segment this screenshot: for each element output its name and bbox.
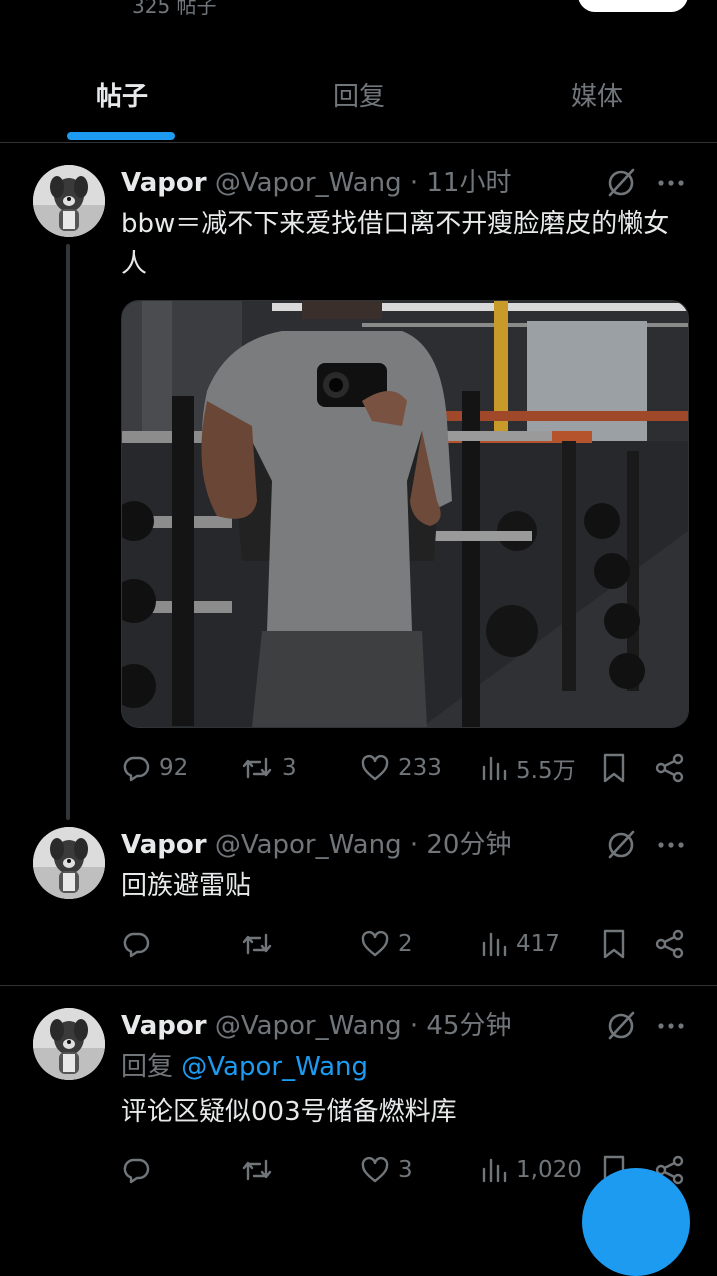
share-icon[interactable] [654, 927, 686, 961]
like-action[interactable]: 3 [360, 1153, 413, 1187]
like-icon [361, 930, 389, 957]
reply-action[interactable] [121, 1153, 151, 1187]
post-divider [0, 985, 717, 986]
views-count: 5.5万 [516, 758, 576, 784]
display-name[interactable]: Vapor [121, 1011, 207, 1041]
repost-icon [242, 1159, 272, 1181]
reply-action[interactable] [121, 927, 151, 961]
avatar[interactable] [33, 1008, 105, 1080]
post-time[interactable]: 20分钟 [426, 830, 511, 860]
post-header: Vapor @Vapor_Wang · 45分钟 [121, 1009, 511, 1043]
reply-icon [123, 932, 150, 958]
post-text: bbw＝减不下来爱找借口离不开瘦脸磨皮的懒女人 [121, 209, 670, 279]
more-dots-icon[interactable] [654, 166, 688, 200]
like-action[interactable]: 233 [360, 751, 442, 785]
reply-mention-link[interactable]: @Vapor_Wang [181, 1052, 368, 1082]
views-count: 417 [516, 931, 560, 957]
repost-count: 3 [282, 755, 297, 781]
post-header: Vapor @Vapor_Wang · 11小时 [121, 166, 511, 200]
like-count: 3 [398, 1157, 413, 1183]
slashed-circle-icon[interactable] [604, 166, 638, 200]
tab-media[interactable]: 媒体 [571, 76, 623, 113]
more-dots-icon[interactable] [654, 1009, 688, 1043]
repost-icon [242, 933, 272, 955]
reply-count: 92 [159, 755, 189, 781]
reply-icon [123, 1158, 150, 1184]
views-icon [482, 756, 507, 781]
reply-action[interactable]: 92 [121, 751, 188, 785]
post-text: 评论区疑似003号储备燃料库 [121, 1097, 457, 1127]
like-count: 233 [398, 755, 442, 781]
reply-context: 回复 @Vapor_Wang [121, 1050, 368, 1084]
like-icon [361, 754, 389, 781]
reply-prefix: 回复 [121, 1052, 174, 1082]
user-handle[interactable]: @Vapor_Wang [215, 1011, 402, 1041]
views-action[interactable]: 1,020 [480, 1153, 582, 1187]
views-icon [482, 932, 507, 957]
post-count: 325 帖子 [132, 0, 217, 18]
active-tab-indicator [67, 132, 175, 140]
separator-dot: · [409, 168, 419, 198]
post-time[interactable]: 45分钟 [426, 1011, 511, 1041]
slashed-circle-icon[interactable] [604, 1009, 638, 1043]
compose-post-button[interactable] [582, 1168, 690, 1276]
tab-replies[interactable]: 回复 [333, 76, 385, 113]
views-action[interactable]: 5.5万 [480, 751, 576, 785]
repost-action[interactable] [240, 927, 274, 961]
thread-connector-line [66, 244, 70, 820]
bookmark-icon[interactable] [600, 927, 628, 961]
bookmark-icon[interactable] [600, 751, 628, 785]
follow-button[interactable] [578, 0, 688, 12]
share-icon[interactable] [654, 751, 686, 785]
slashed-circle-icon[interactable] [604, 828, 638, 862]
repost-icon [242, 757, 272, 779]
post-header: Vapor @Vapor_Wang · 20分钟 [121, 828, 511, 862]
post-time[interactable]: 11小时 [426, 168, 511, 198]
like-action[interactable]: 2 [360, 927, 413, 961]
separator-dot: · [409, 1011, 419, 1041]
like-count: 2 [398, 931, 413, 957]
separator-dot: · [409, 830, 419, 860]
repost-action[interactable] [240, 1153, 274, 1187]
display-name[interactable]: Vapor [121, 830, 207, 860]
views-count: 1,020 [516, 1157, 582, 1183]
profile-tabs: 帖子 回复 媒体 [0, 40, 717, 143]
user-handle[interactable]: @Vapor_Wang [215, 830, 402, 860]
profile-header-strip: 325 帖子 [0, 0, 717, 40]
user-handle[interactable]: @Vapor_Wang [215, 168, 402, 198]
views-action[interactable]: 417 [480, 927, 560, 961]
avatar[interactable] [33, 165, 105, 237]
avatar[interactable] [33, 827, 105, 899]
views-icon [482, 1158, 507, 1183]
reply-icon [123, 756, 150, 782]
post-media-image[interactable] [121, 300, 689, 728]
post-text: 回族避雷贴 [121, 871, 252, 901]
tab-posts[interactable]: 帖子 [96, 76, 148, 113]
like-icon [361, 1156, 389, 1183]
repost-action[interactable]: 3 [240, 751, 297, 785]
more-dots-icon[interactable] [654, 828, 688, 862]
display-name[interactable]: Vapor [121, 168, 207, 198]
